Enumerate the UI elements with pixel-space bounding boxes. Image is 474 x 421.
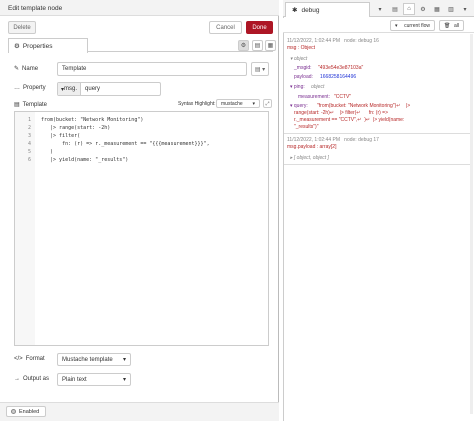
msg1-meta: 11/12/2022, 1:02:44 PM node: debug 16: [287, 38, 379, 44]
code-icon: </>: [14, 356, 23, 362]
query-key[interactable]: ▾ query:: [290, 103, 308, 109]
chevron-down-icon[interactable]: ▾: [374, 3, 386, 15]
name-options-button[interactable]: ▤ ▾: [251, 62, 269, 76]
home-icon[interactable]: ⌂: [403, 3, 415, 15]
debug-filter-select[interactable]: ▾ current flow: [390, 20, 435, 31]
property-label: … Property: [14, 85, 46, 91]
funnel-icon: ▾: [395, 22, 398, 29]
tab-properties[interactable]: ⚙ Properties: [8, 38, 88, 53]
line-number: 5: [27, 149, 31, 155]
chart-icon[interactable]: ▥: [445, 3, 457, 15]
syntax-highlight-select[interactable]: mustache ▾: [216, 99, 260, 108]
chevron-down-icon: ▾: [122, 377, 126, 383]
enabled-label: Enabled: [19, 408, 40, 415]
debug-clear-value: all: [453, 22, 459, 29]
format-select[interactable]: Mustache template ▾: [57, 353, 131, 366]
syntax-highlight-label: Syntax Highlight:: [178, 101, 216, 107]
msg1-path: msg : Object: [287, 45, 316, 51]
output-label: → Output as: [14, 376, 49, 382]
measurement-key: measurement:: [298, 94, 330, 100]
edit-title-bar: Edit template node: [0, 0, 279, 16]
payload-key: payload:: [294, 74, 313, 80]
delete-button[interactable]: Delete: [8, 21, 36, 34]
name-input[interactable]: Template: [57, 62, 247, 76]
bug-icon: ✱: [292, 7, 298, 14]
line-number: 2: [27, 125, 31, 131]
msgid-key: _msgid:: [294, 65, 312, 71]
msg1-object[interactable]: ▾ object: [290, 56, 307, 62]
debug-scrollbar[interactable]: [470, 34, 473, 414]
format-label-text: Format: [25, 356, 45, 362]
format-value: Mustache template: [62, 356, 113, 363]
code-line: fn: (r) => r._measurement == "{{{measure…: [41, 141, 210, 147]
query-line-2: range(start: -2h)↵ |> filter(↵ fn: (r) =…: [294, 110, 389, 116]
syntax-highlight-value: mustache: [221, 100, 243, 107]
gear-icon: ⚙: [14, 43, 20, 50]
chevron-down-icon: ▾: [122, 357, 126, 363]
query-line-1: "from(bucket: "Network Monitoring")↵ |>: [317, 103, 411, 109]
settings-tab-icon[interactable]: ⚙: [238, 40, 249, 51]
gear-icon[interactable]: ⚙: [417, 3, 429, 15]
toggle-icon: [11, 409, 16, 414]
msgid-value: "493e54e3e87103a": [318, 65, 364, 71]
query-line-3: r._measurement == "CCTV",↵ )↵ |> yield(n…: [294, 117, 405, 123]
edit-title: Edit template node: [8, 5, 63, 12]
tab-properties-label: Properties: [22, 42, 53, 50]
expand-editor-button[interactable]: ⤢: [263, 99, 272, 108]
code-line: |> range(start: -2h): [41, 125, 111, 131]
code-line: |> yield(name: "_results"): [41, 157, 129, 163]
code-line: ): [41, 149, 54, 155]
appearance-tab-icon[interactable]: ▦: [265, 40, 276, 51]
chevron-down-icon: ▾: [252, 100, 255, 107]
trash-icon: 🗑: [444, 22, 451, 29]
debug-clear-select[interactable]: 🗑 all: [439, 20, 464, 31]
payload-value: 1668258164496: [320, 74, 357, 80]
file-icon: ▤: [14, 102, 20, 108]
tab-debug[interactable]: ✱ debug: [285, 2, 370, 17]
line-number: 4: [27, 141, 31, 147]
code-line: from(bucket: "Network Monitoring"): [41, 117, 144, 123]
msg2-meta: 11/12/2022, 1:02:44 PM node: debug 17: [287, 137, 379, 143]
done-button[interactable]: Done: [246, 21, 273, 34]
msg-divider: [284, 164, 470, 165]
template-label-text: Template: [22, 101, 48, 108]
query-line-4: "_results")": [294, 124, 319, 130]
line-number: 1: [27, 117, 31, 123]
property-prefix: msg.: [64, 86, 78, 92]
tag-icon: ✎: [14, 66, 20, 72]
line-number: 3: [27, 133, 31, 139]
format-label: </> Format: [14, 356, 45, 362]
output-value: Plain text: [62, 376, 87, 383]
description-tab-icon[interactable]: ▤: [252, 40, 263, 51]
property-input[interactable]: ▾ msg. query: [57, 82, 161, 96]
enabled-toggle[interactable]: Enabled: [6, 406, 46, 417]
debug-sidebar: [283, 0, 474, 421]
ellipsis-icon: …: [14, 85, 20, 91]
measurement-value: "CCTV": [334, 94, 352, 100]
line-number: 6: [27, 157, 31, 163]
name-label-text: Name: [22, 65, 39, 72]
ping-key[interactable]: ▾ ping:: [290, 84, 305, 90]
ping-value: object: [311, 84, 325, 90]
book-icon[interactable]: ▤: [389, 3, 401, 15]
msg-divider: [284, 133, 470, 134]
template-editor[interactable]: 1 from(bucket: "Network Monitoring") 2 |> …: [14, 111, 269, 346]
arrow-right-icon: →: [14, 376, 20, 382]
debug-filter-value: current flow: [404, 22, 430, 29]
msg-type-select[interactable]: ▾ msg.: [58, 83, 82, 95]
tab-debug-label: debug: [301, 6, 320, 14]
cancel-button[interactable]: Cancel: [209, 21, 242, 34]
property-label-text: Property: [23, 85, 46, 91]
property-value: query: [85, 86, 101, 92]
chevron-down-icon[interactable]: ▾: [459, 3, 471, 15]
grid-icon[interactable]: ▦: [431, 3, 443, 15]
msg2-path: msg.payload : array[2]: [287, 144, 337, 150]
msg2-array[interactable]: ▸ [ object, object ]: [290, 155, 329, 161]
name-label: ✎ Name: [14, 65, 39, 73]
code-line: |> filter(: [41, 133, 81, 139]
output-label-text: Output as: [23, 376, 50, 382]
template-label: ▤ Template: [14, 101, 48, 109]
output-select[interactable]: Plain text ▾: [57, 373, 131, 386]
